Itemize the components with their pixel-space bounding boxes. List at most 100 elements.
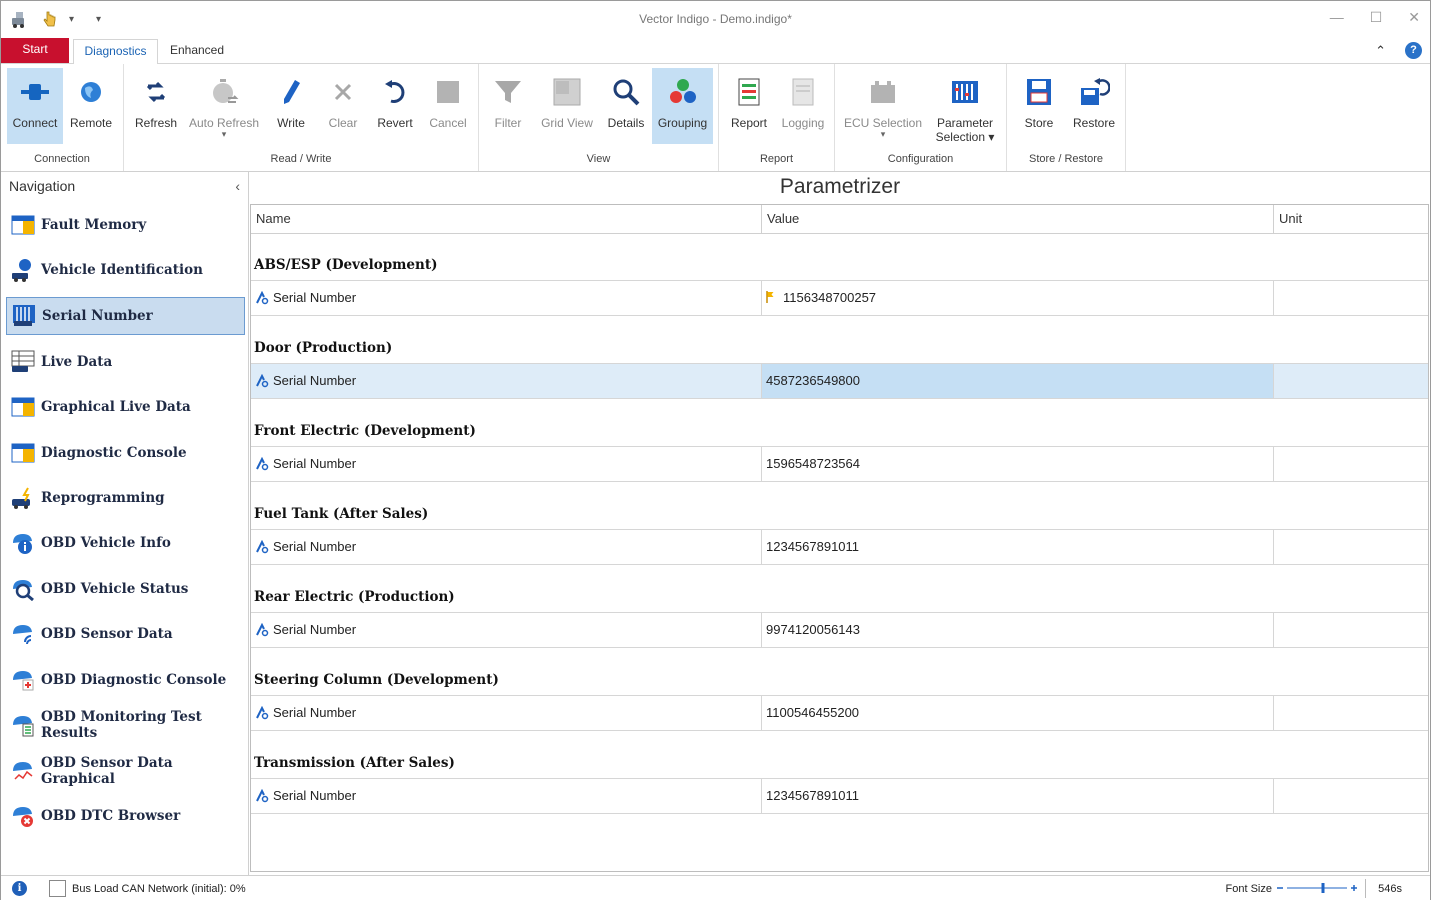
nav-item-graphical-live-data[interactable]: Graphical Live Data: [6, 388, 245, 426]
grouping-label: Grouping: [657, 116, 708, 130]
font-size-slider-thumb[interactable]: [1321, 883, 1325, 893]
parameter-icon: [256, 706, 269, 720]
table-row[interactable]: Serial Number 1234567891011: [251, 529, 1428, 565]
ecu-selection-dropdown-icon[interactable]: ▾: [841, 130, 925, 139]
view-group-label: View: [586, 153, 611, 165]
group-header[interactable]: ABS/ESP (Development): [254, 257, 437, 273]
obd-sensor-data-graphical-icon: [13, 762, 33, 780]
zoom-in-icon[interactable]: [1351, 885, 1357, 891]
auto-refresh-button[interactable]: Auto Refresh ▾: [188, 68, 260, 144]
store-label: Store: [1024, 116, 1054, 130]
column-header-unit[interactable]: Unit: [1274, 205, 1428, 233]
info-icon[interactable]: i: [12, 881, 27, 896]
parameter-value-cell[interactable]: 1596548723564: [762, 447, 1274, 481]
nav-item-label: Graphical Live Data: [41, 399, 191, 415]
obd-monitoring-test-results-icon: [13, 716, 34, 737]
parameter-name-cell: Serial Number: [251, 696, 762, 730]
cancel-button[interactable]: Cancel: [424, 68, 472, 144]
table-row[interactable]: Serial Number 9974120056143: [251, 612, 1428, 648]
stop-icon: [437, 81, 459, 103]
grid-view-icon: [553, 78, 581, 106]
revert-button[interactable]: Revert: [370, 68, 420, 144]
nav-item-vehicle-identification[interactable]: Vehicle Identification: [6, 251, 245, 289]
table-row[interactable]: Serial Number 1156348700257: [251, 280, 1428, 316]
grid-view-button[interactable]: Grid View: [537, 68, 597, 144]
table-row[interactable]: Serial Number 1596548723564: [251, 446, 1428, 482]
parameter-value-cell[interactable]: 9974120056143: [762, 613, 1274, 647]
refresh-button[interactable]: Refresh: [130, 68, 182, 144]
write-button[interactable]: Write: [266, 68, 316, 144]
group-header[interactable]: Steering Column (Development): [254, 672, 499, 688]
nav-item-obd-diagnostic-console[interactable]: OBD Diagnostic Console: [6, 661, 245, 699]
parameter-value-cell[interactable]: 1234567891011: [762, 779, 1274, 813]
parameter-selection-button[interactable]: Parameter Selection ▾: [931, 68, 999, 144]
restore-button[interactable]: Restore: [1067, 68, 1121, 144]
minimize-button[interactable]: —: [1330, 9, 1344, 26]
parameter-grid: Name Value Unit ABS/ESP (Development) Se…: [250, 204, 1429, 872]
parameter-value-cell[interactable]: 4587236549800: [762, 364, 1274, 398]
group-header[interactable]: Transmission (After Sales): [254, 755, 455, 771]
close-button[interactable]: ✕: [1408, 9, 1420, 26]
maximize-button[interactable]: ☐: [1370, 9, 1383, 26]
nav-item-obd-monitoring-test-results[interactable]: OBD Monitoring Test Results: [6, 706, 245, 744]
parameter-value-cell[interactable]: 1156348700257: [762, 281, 1274, 315]
live-data-icon: [11, 350, 35, 372]
grouping-button[interactable]: Grouping: [652, 68, 713, 144]
parameter-value: 1234567891011: [766, 539, 860, 554]
nav-item-obd-sensor-data[interactable]: OBD Sensor Data: [6, 615, 245, 653]
nav-item-diagnostic-console[interactable]: Diagnostic Console: [6, 434, 245, 472]
table-row[interactable]: Serial Number 1234567891011: [251, 778, 1428, 814]
group-header[interactable]: Fuel Tank (After Sales): [254, 506, 428, 522]
parameter-name-cell: Serial Number: [251, 613, 762, 647]
navigation-title: Navigation: [9, 178, 76, 194]
parameter-value-cell[interactable]: 1234567891011: [762, 530, 1274, 564]
restore-icon: [1081, 78, 1110, 105]
parameter-unit-cell: [1274, 530, 1428, 564]
collapse-navigation-icon[interactable]: ‹: [235, 178, 240, 194]
status-divider: [1365, 879, 1366, 898]
nav-item-label: OBD Vehicle Status: [41, 581, 189, 597]
column-header-value[interactable]: Value: [762, 205, 1274, 233]
parameter-name-cell: Serial Number: [251, 530, 762, 564]
report-button[interactable]: Report: [725, 68, 773, 144]
nav-item-reprogramming[interactable]: Reprogramming: [6, 479, 245, 517]
ecu-selection-button[interactable]: ECU Selection ▾: [841, 68, 925, 144]
details-button[interactable]: Details: [603, 68, 649, 144]
help-icon[interactable]: ?: [1405, 42, 1422, 59]
collapse-ribbon-icon[interactable]: ⌃: [1375, 43, 1386, 59]
nav-item-serial-number[interactable]: Serial Number: [6, 297, 245, 335]
filter-button[interactable]: Filter: [485, 68, 531, 144]
nav-item-obd-sensor-data-graphical[interactable]: OBD Sensor Data Graphical: [6, 752, 245, 790]
nav-item-label: Vehicle Identification: [41, 262, 203, 278]
cancel-label: Cancel: [429, 116, 467, 130]
details-label: Details: [607, 116, 645, 130]
parameter-name-cell: Serial Number: [251, 779, 762, 813]
nav-item-obd-dtc-browser[interactable]: OBD DTC Browser: [6, 797, 245, 835]
nav-item-obd-vehicle-status[interactable]: OBD Vehicle Status: [6, 570, 245, 608]
parameter-value-cell[interactable]: 1100546455200: [762, 696, 1274, 730]
auto-refresh-dropdown-icon[interactable]: ▾: [188, 130, 260, 139]
tab-diagnostics[interactable]: Diagnostics: [73, 39, 158, 65]
store-button[interactable]: Store: [1015, 68, 1063, 144]
nav-item-obd-vehicle-info[interactable]: OBD Vehicle Info: [6, 524, 245, 562]
group-header[interactable]: Front Electric (Development): [254, 423, 476, 439]
nav-item-fault-memory[interactable]: Fault Memory: [6, 206, 245, 244]
group-header[interactable]: Door (Production): [254, 340, 392, 356]
clear-button[interactable]: Clear: [320, 68, 366, 144]
read-write-group-label: Read / Write: [270, 153, 332, 165]
logging-button[interactable]: Logging: [777, 68, 829, 144]
connect-button[interactable]: Connect: [7, 68, 63, 144]
filter-label: Filter: [494, 116, 522, 130]
column-header-name[interactable]: Name: [251, 205, 762, 233]
tab-start[interactable]: Start: [1, 38, 69, 63]
font-size-slider[interactable]: [1276, 880, 1358, 896]
parameter-icon: [256, 291, 269, 305]
nav-item-live-data[interactable]: Live Data: [6, 343, 245, 381]
table-row[interactable]: Serial Number 4587236549800: [251, 363, 1428, 399]
group-header[interactable]: Rear Electric (Production): [254, 589, 455, 605]
table-row[interactable]: Serial Number 1100546455200: [251, 695, 1428, 731]
pencil-icon: [284, 80, 300, 104]
remote-button[interactable]: Remote: [65, 68, 117, 144]
tab-enhanced[interactable]: Enhanced: [161, 39, 233, 64]
parameter-name-cell: Serial Number: [251, 364, 762, 398]
